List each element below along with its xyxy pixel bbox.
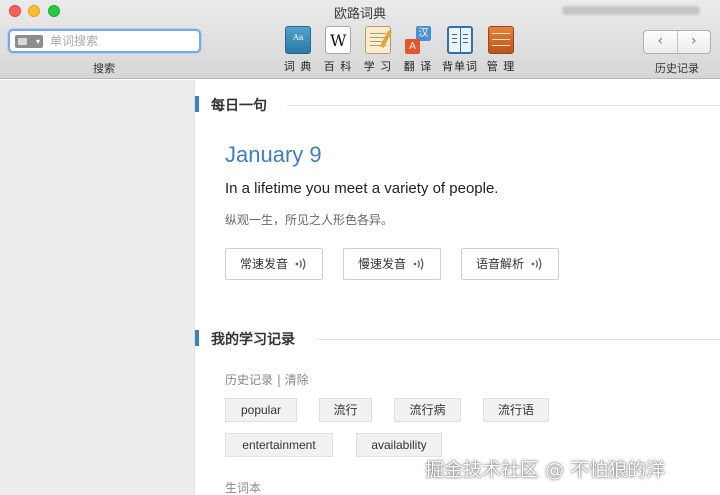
button-label: 常速发音 [240, 257, 289, 271]
section-title: 每日一句 [211, 98, 267, 114]
history-back-button[interactable]: ‹ [644, 31, 677, 53]
sound-wave-icon [295, 258, 306, 270]
section-accent-bar [195, 96, 199, 112]
history-word-tag[interactable]: availability [356, 433, 442, 457]
sound-wave-icon [531, 258, 542, 270]
tool-label: 翻 译 [403, 60, 433, 73]
section-divider [287, 105, 720, 106]
tool-label: 背单词 [442, 60, 478, 73]
link-separator: | [273, 373, 285, 387]
normal-speed-audio-button[interactable]: 常速发音 [225, 248, 323, 280]
manage-icon [488, 26, 514, 54]
history-word-tag[interactable]: 流行病 [394, 398, 461, 422]
button-label: 语音解析 [476, 257, 525, 271]
account-email-blurred [562, 6, 700, 15]
records-section-header: 我的学习记录 [195, 328, 720, 348]
history-forward-button[interactable]: › [676, 31, 711, 53]
tool-label: 学 习 [363, 60, 393, 73]
tool-encyclopedia[interactable]: 百 科 [320, 26, 356, 74]
dictionary-icon [285, 26, 311, 54]
history-label[interactable]: 历史记录 [225, 373, 273, 387]
dictionary-source-icon [18, 38, 27, 45]
daily-sentence-cn: 纵观一生，所见之人形色各异。 [225, 213, 394, 227]
tool-translate[interactable]: 汉 A 翻 译 [400, 26, 436, 74]
tool-label: 管 理 [486, 60, 516, 73]
tool-study[interactable]: 学 习 [360, 26, 396, 74]
tool-label: 词 典 [283, 60, 313, 73]
sidebar [0, 80, 195, 495]
section-divider [317, 339, 720, 340]
search-input[interactable] [50, 32, 195, 50]
section-title: 我的学习记录 [211, 332, 295, 348]
history-word-tag[interactable]: 流行语 [483, 398, 549, 422]
tool-label: 百 科 [323, 60, 353, 73]
tool-dictionary[interactable]: 词 典 [280, 26, 316, 74]
study-notebook-icon [365, 26, 391, 54]
button-label: 慢速发音 [358, 257, 407, 271]
tool-manage[interactable]: 管 理 [483, 26, 519, 74]
clear-history-link[interactable]: 清除 [285, 373, 309, 387]
history-word-tag[interactable]: entertainment [225, 433, 333, 457]
daily-section-header: 每日一句 [195, 94, 720, 114]
search-dictionary-dropdown[interactable]: ▾ [15, 35, 43, 48]
history-nav: ‹ › [643, 30, 711, 54]
history-word-tag[interactable]: popular [225, 398, 297, 422]
toolbar: 欧路词典 ▾ 搜索 词 典 百 科 学 习 汉 A 翻 译 背单词 管 理 ‹ … [0, 0, 720, 79]
translate-icon: 汉 A [405, 26, 431, 54]
history-word-tag[interactable]: 流行 [319, 398, 372, 422]
search-caption: 搜索 [93, 62, 115, 75]
speech-analysis-button[interactable]: 语音解析 [461, 248, 559, 280]
history-links: 历史记录 | 清除 [225, 371, 309, 388]
tool-vocabulary[interactable]: 背单词 [442, 26, 478, 74]
slow-speed-audio-button[interactable]: 慢速发音 [343, 248, 441, 280]
wikipedia-icon [325, 26, 351, 54]
vocabulary-book-title: 生词本 [225, 481, 262, 495]
sound-wave-icon [413, 258, 424, 270]
section-accent-bar [195, 330, 199, 346]
daily-date: January 9 [225, 142, 322, 167]
main-content: 每日一句 January 9 In a lifetime you meet a … [195, 80, 720, 495]
search-box[interactable]: ▾ [8, 29, 201, 53]
vocabulary-book-icon [447, 26, 473, 54]
watermark-text: 掘金技术社区 @ 不怕狼的洋 [425, 459, 666, 481]
history-caption: 历史记录 [655, 62, 699, 75]
daily-sentence-en: In a lifetime you meet a variety of peop… [225, 180, 499, 197]
